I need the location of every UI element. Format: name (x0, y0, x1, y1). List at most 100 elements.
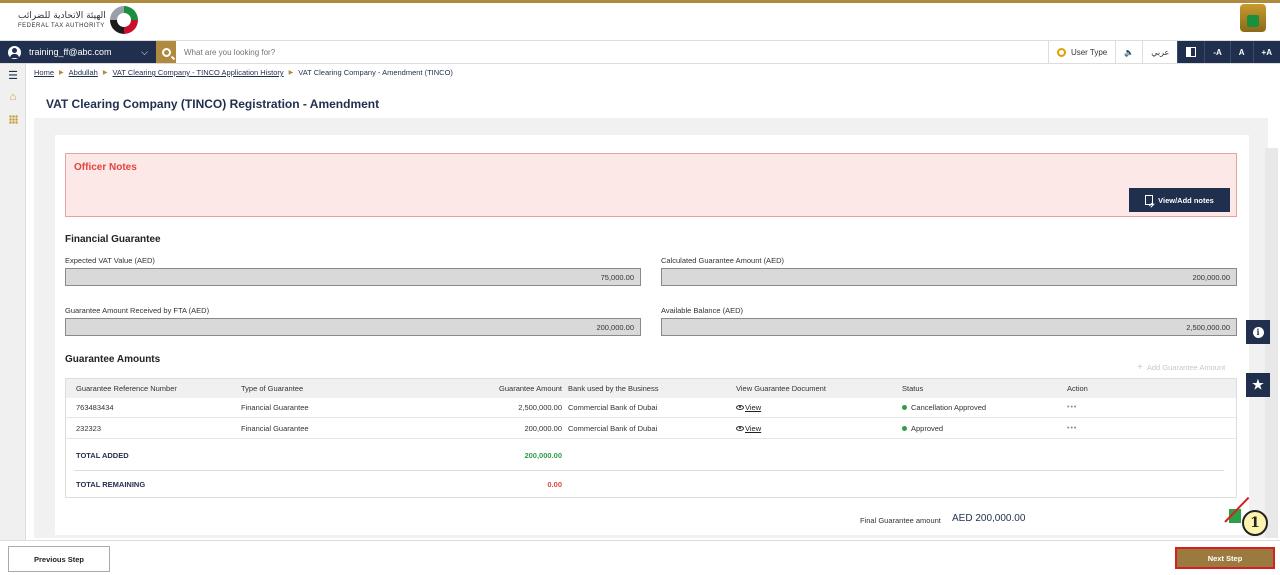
logo-bar: الهيئة الاتحادية للضرائب FEDERAL TAX AUT… (0, 3, 1280, 37)
bank-name: Commercial Bank of Dubai (568, 403, 658, 412)
user-icon (8, 45, 21, 59)
breadcrumb-current: VAT Clearing Company - Amendment (TINCO) (298, 68, 453, 77)
reference-number: 763483434 (76, 403, 114, 412)
left-sidebar: ☰ ⌂ (0, 64, 26, 575)
previous-step-button[interactable]: Previous Step (8, 546, 110, 572)
total-remaining-row: TOTAL REMAINING 0.00 (66, 470, 1236, 498)
user-type-label: User Type (1070, 47, 1108, 57)
language-label: عربي (1151, 47, 1170, 57)
eye-icon (736, 426, 744, 431)
total-added-value: 200,000.00 (524, 450, 562, 460)
total-remaining-value: 0.00 (547, 479, 562, 489)
hamburger-icon: ☰ (8, 69, 18, 82)
total-added-label: TOTAL ADDED (76, 450, 129, 460)
final-guarantee-value: AED 200,000.00 (952, 513, 1026, 524)
menu-button[interactable]: ☰ (0, 64, 26, 86)
home-icon: ⌂ (9, 91, 17, 103)
logo-english: FEDERAL TAX AUTHORITY (18, 22, 105, 29)
expected-vat-field: 75,000.00 (65, 268, 641, 286)
info-button[interactable]: i (1246, 320, 1270, 344)
search-button[interactable] (156, 41, 176, 63)
uae-emblem-icon (1240, 4, 1266, 32)
final-guarantee-label: Final Guarantee amount (860, 516, 941, 525)
officer-notes-title: Officer Notes (74, 162, 137, 173)
view-document-link[interactable]: View (736, 398, 761, 417)
table-row: 763483434 Financial Guarantee 2,500,000.… (66, 398, 1236, 418)
column-header: View Guarantee Document (736, 384, 826, 393)
status-dot-icon (902, 426, 907, 431)
column-header: Status (902, 384, 924, 393)
language-toggle[interactable]: عربي (1142, 41, 1177, 63)
view-add-notes-label: View/Add notes (1158, 195, 1214, 205)
breadcrumb-separator-icon: ▶ (102, 70, 108, 76)
guarantee-table: Guarantee Reference Number Type of Guara… (65, 378, 1237, 498)
view-add-notes-button[interactable]: View/Add notes (1129, 188, 1230, 212)
received-guarantee-field: 200,000.00 (65, 318, 641, 336)
plus-icon: + (1137, 362, 1143, 373)
font-decrease-button[interactable]: -A (1204, 41, 1230, 63)
guarantee-amounts-title: Guarantee Amounts (65, 354, 161, 365)
search-icon (161, 47, 171, 57)
total-added-row: TOTAL ADDED 200,000.00 (66, 441, 1236, 469)
favorite-button[interactable]: ★ (1246, 373, 1270, 397)
grid-icon (8, 114, 18, 124)
breadcrumb-separator-icon: ▶ (59, 70, 64, 76)
breadcrumb-home[interactable]: Home (34, 68, 54, 77)
eye-icon (736, 405, 744, 410)
callout-step-badge: 1 (1242, 510, 1268, 536)
view-label: View (745, 403, 762, 412)
officer-notes-panel: Officer Notes View/Add notes (65, 153, 1237, 217)
contrast-button[interactable] (1177, 41, 1205, 63)
top-navigation: training_ff@abc.com ⌵ User Type 🔈 عربي -… (0, 40, 1280, 64)
user-type-icon (1056, 47, 1066, 57)
contrast-icon (1186, 47, 1197, 57)
breadcrumb-separator-icon: ▶ (288, 70, 294, 76)
info-icon: i (1252, 326, 1264, 338)
font-increase-button[interactable]: +A (1252, 41, 1280, 63)
star-icon: ★ (1252, 377, 1264, 392)
view-document-link[interactable]: View (736, 419, 761, 438)
accessibility-toolbar: User Type 🔈 عربي -A A +A (1047, 41, 1280, 63)
table-row: 232323 Financial Guarantee 200,000.00 Co… (66, 419, 1236, 439)
breadcrumb-user[interactable]: Abdullah (69, 68, 98, 77)
column-header: Action (1067, 384, 1088, 393)
status-label: Approved (911, 424, 944, 433)
user-type-button[interactable]: User Type (1047, 41, 1115, 63)
more-actions-icon[interactable]: ••• (1067, 419, 1077, 438)
calculated-guarantee-label: Calculated Guarantee Amount (AED) (661, 256, 784, 265)
reference-number: 232323 (76, 424, 102, 433)
bank-name: Commercial Bank of Dubai (568, 424, 658, 433)
font-normal-button[interactable]: A (1229, 41, 1253, 63)
user-email: training_ff@abc.com (29, 47, 112, 57)
guarantee-amount: 2,500,000.00 (518, 403, 562, 412)
status-dot-icon (902, 405, 907, 410)
guarantee-type: Financial Guarantee (241, 424, 309, 433)
add-guarantee-button[interactable]: + Add Guarantee Amount (1137, 362, 1225, 373)
fta-logo-icon (109, 6, 138, 34)
financial-guarantee-title: Financial Guarantee (65, 234, 161, 245)
chevron-down-icon: ⌵ (141, 46, 148, 57)
home-button[interactable]: ⌂ (0, 86, 26, 108)
edit-note-icon (1145, 195, 1154, 205)
view-label: View (745, 424, 762, 433)
breadcrumb-history[interactable]: VAT Clearing Company - TINCO Application… (112, 68, 283, 77)
next-step-button[interactable]: Next Step (1175, 547, 1275, 569)
speaker-button[interactable]: 🔈 (1115, 41, 1142, 63)
apps-button[interactable] (0, 108, 26, 130)
search-input[interactable] (184, 44, 684, 60)
expected-vat-label: Expected VAT Value (AED) (65, 256, 155, 265)
status-badge: Cancellation Approved (902, 398, 986, 417)
total-remaining-label: TOTAL REMAINING (76, 479, 146, 489)
more-actions-icon[interactable]: ••• (1067, 398, 1077, 417)
user-menu[interactable]: training_ff@abc.com ⌵ (0, 41, 156, 63)
available-balance-field: 2,500,000.00 (661, 318, 1237, 336)
speaker-icon: 🔈 (1124, 47, 1135, 57)
table-header: Guarantee Reference Number Type of Guara… (66, 379, 1236, 398)
page-title: VAT Clearing Company (TINCO) Registratio… (46, 97, 380, 111)
column-header: Bank used by the Business (568, 384, 659, 393)
column-header: Guarantee Reference Number (76, 384, 177, 393)
footer-bar: Previous Step Next Step (0, 540, 1280, 575)
status-badge: Approved (902, 419, 943, 438)
fta-logo-text: الهيئة الاتحادية للضرائب FEDERAL TAX AUT… (18, 11, 106, 29)
column-header: Type of Guarantee (241, 384, 304, 393)
